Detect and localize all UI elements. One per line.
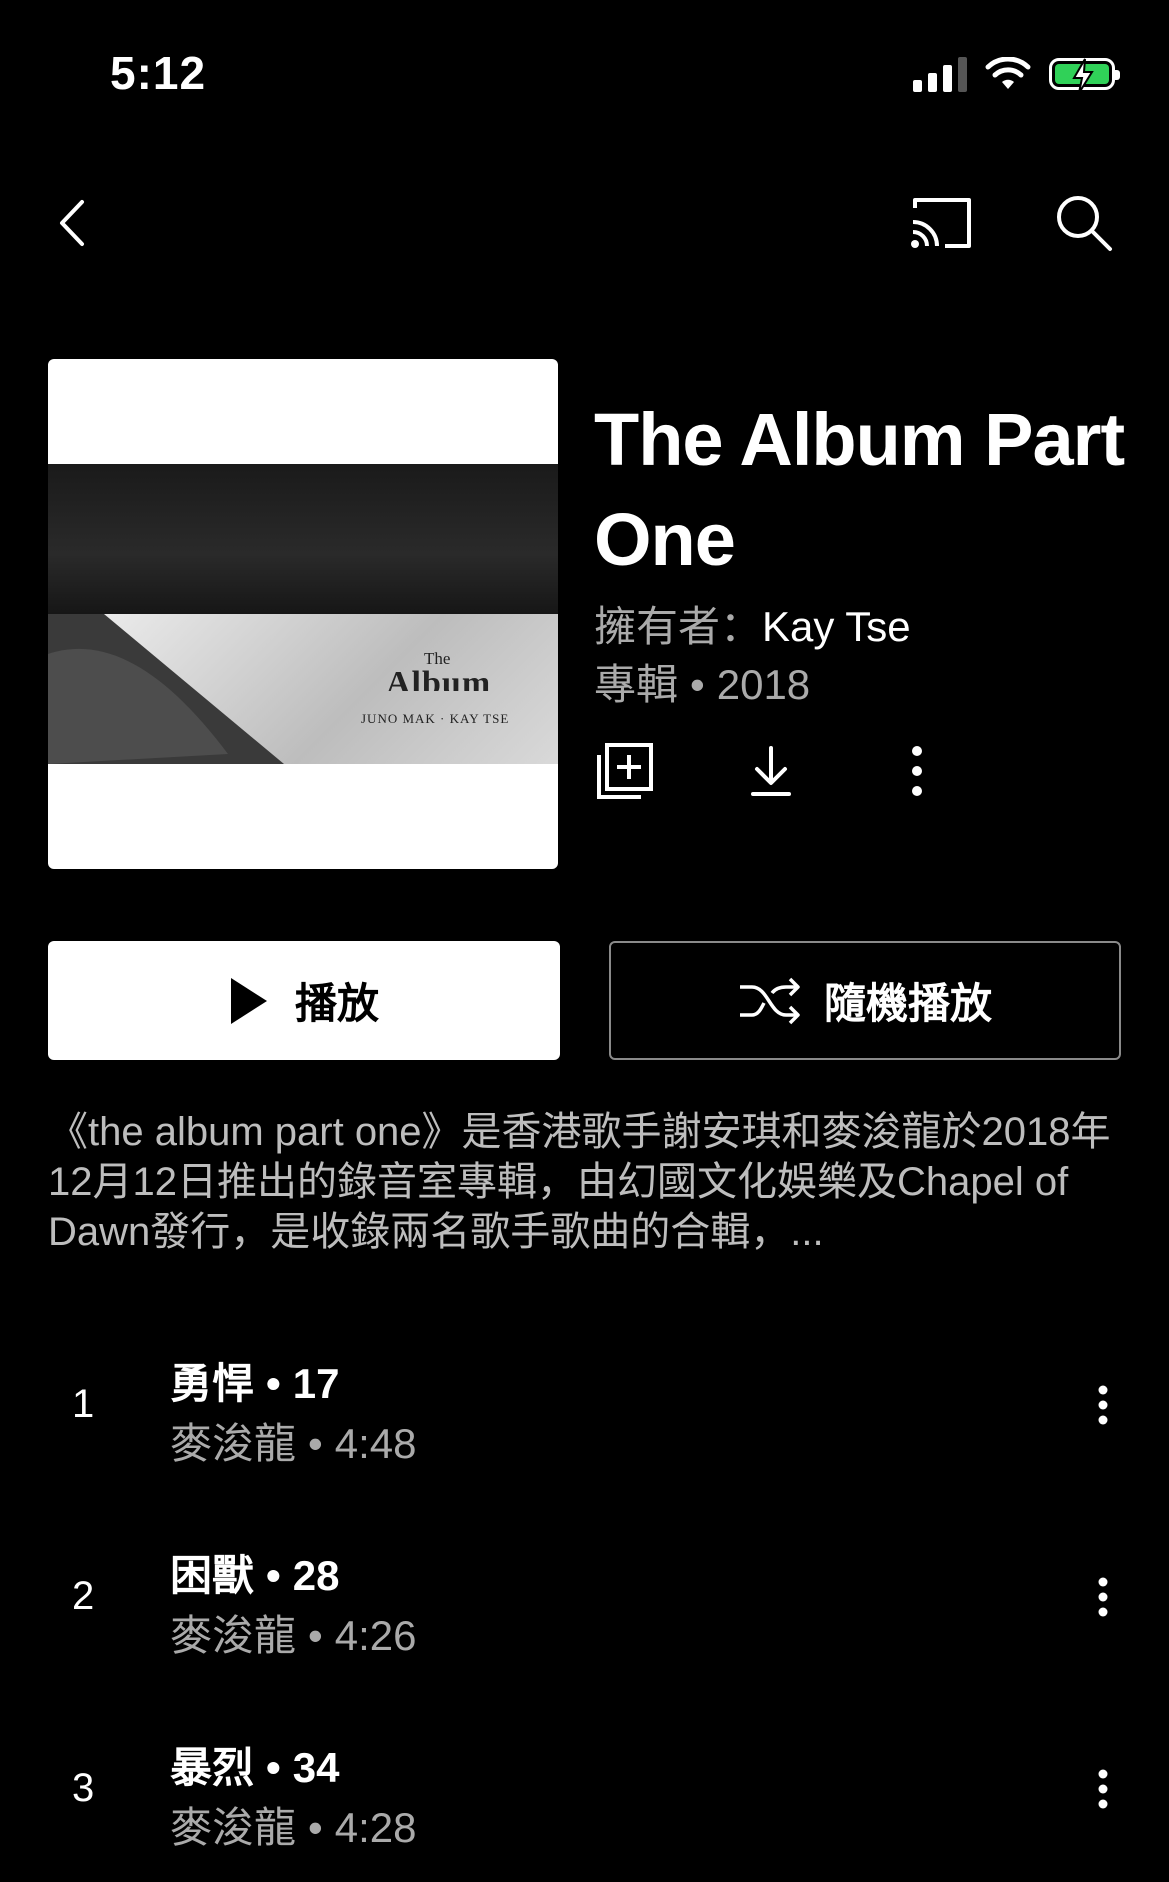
album-type-year: 專輯 • 2018 <box>594 651 810 712</box>
search-icon <box>1057 196 1112 251</box>
album-more-button[interactable] <box>886 740 948 802</box>
artist-link[interactable]: Kay Tse <box>762 603 911 650</box>
separator-dot: • <box>308 1804 323 1851</box>
shuffle-icon <box>739 977 800 1024</box>
track-meta: 麥浚龍 • 4:28 <box>170 1804 417 1851</box>
separator-dot: • <box>308 1612 323 1659</box>
track-more-button[interactable] <box>1080 1564 1126 1630</box>
track-meta: 麥浚龍 • 4:26 <box>170 1612 417 1659</box>
track-meta: 麥浚龍 • 4:48 <box>170 1420 417 1467</box>
back-button[interactable] <box>32 183 112 263</box>
track-more-button[interactable] <box>1080 1756 1126 1822</box>
chevron-left-icon <box>60 200 84 246</box>
cast-button[interactable] <box>901 183 981 263</box>
cover-text-album: Album <box>386 665 492 691</box>
track-number: 1 <box>72 1382 95 1426</box>
track-row[interactable]: 1 勇悍 • 17 麥浚龍 • 4:48 <box>0 1330 1169 1480</box>
save-to-library-button[interactable] <box>594 740 656 802</box>
owner-label: 擁有者： <box>594 603 763 650</box>
track-row[interactable]: 3 暴烈 • 34 麥浚龍 • 4:28 <box>0 1714 1169 1864</box>
download-icon <box>751 746 791 796</box>
album-title: The Album Part One <box>594 398 1125 581</box>
shuffle-label: 隨機播放 <box>823 980 992 1027</box>
battery-icon <box>1049 58 1120 94</box>
add-to-library-icon <box>597 743 653 799</box>
cast-icon <box>911 198 971 248</box>
more-vert-icon <box>1098 1769 1108 1809</box>
more-vert-icon <box>912 746 922 796</box>
album-owner: 擁有者：Kay Tse <box>594 593 911 654</box>
track-title: 暴烈 • 34 <box>170 1744 340 1791</box>
album-description[interactable]: 《the album part one》是香港歌手謝安琪和麥浚龍於2018年12… <box>48 1107 1128 1257</box>
separator-dot: • <box>266 1360 281 1407</box>
album-actions <box>594 740 948 802</box>
download-button[interactable] <box>740 740 802 802</box>
album-year: 2018 <box>716 661 811 708</box>
separator-dot: • <box>266 1744 281 1791</box>
track-title: 勇悍 • 17 <box>170 1360 340 1407</box>
play-button[interactable]: 播放 <box>48 941 560 1060</box>
more-vert-icon <box>1098 1385 1108 1425</box>
album-cover: The Album JUNO MAK · KAY TSE <box>48 359 558 869</box>
wifi-icon <box>985 57 1031 89</box>
track-title: 困獸 • 28 <box>170 1552 340 1599</box>
play-icon <box>230 977 267 1024</box>
album-type: 專輯 <box>594 661 679 708</box>
separator-dot: • <box>266 1552 281 1599</box>
status-icons <box>913 52 1120 96</box>
track-number: 2 <box>72 1574 95 1618</box>
track-more-button[interactable] <box>1080 1372 1126 1438</box>
play-label: 播放 <box>294 980 379 1027</box>
cover-text-names: JUNO MAK · KAY TSE <box>361 711 510 726</box>
track-number: 3 <box>72 1766 95 1810</box>
status-time: 5:12 <box>110 47 207 99</box>
more-vert-icon <box>1098 1577 1108 1617</box>
separator-dot: • <box>690 661 705 708</box>
shuffle-button[interactable]: 隨機播放 <box>609 941 1121 1060</box>
track-row[interactable]: 2 困獸 • 28 麥浚龍 • 4:26 <box>0 1522 1169 1672</box>
search-button[interactable] <box>1044 183 1124 263</box>
cellular-signal-icon <box>913 56 967 92</box>
separator-dot: • <box>308 1420 323 1467</box>
